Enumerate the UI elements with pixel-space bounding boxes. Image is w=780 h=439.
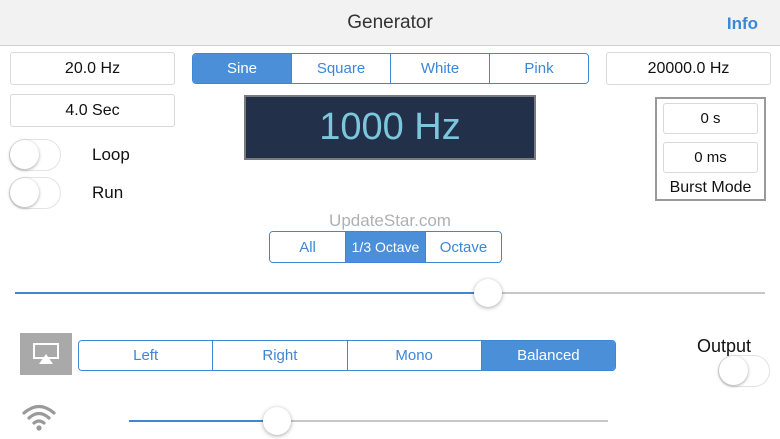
nav-bar: Generator Info xyxy=(0,0,780,46)
volume-slider[interactable] xyxy=(129,407,608,435)
output-toggle-knob xyxy=(719,356,748,385)
channel-selector: Left Right Mono Balanced xyxy=(78,340,616,371)
resolution-selector: All 1/3 Octave Octave xyxy=(269,231,502,263)
burst-off-time-field[interactable]: 0 ms xyxy=(663,142,758,173)
output-toggle[interactable] xyxy=(718,355,770,387)
duration-field[interactable]: 4.0 Sec xyxy=(10,94,175,127)
watermark: UpdateStar.com xyxy=(329,211,451,230)
volume-slider-thumb[interactable] xyxy=(263,407,292,435)
channel-mono[interactable]: Mono xyxy=(346,341,481,370)
wifi-icon xyxy=(22,402,56,437)
page-title: Generator xyxy=(347,12,433,33)
resolution-third-octave[interactable]: 1/3 Octave xyxy=(345,232,425,262)
waveform-selector: Sine Square White Pink xyxy=(192,53,589,84)
run-toggle-knob xyxy=(10,178,39,207)
waveform-pink[interactable]: Pink xyxy=(489,54,588,83)
frequency-slider-fill xyxy=(15,292,488,294)
frequency-display: 1000 Hz xyxy=(244,95,536,160)
resolution-all[interactable]: All xyxy=(270,232,346,262)
waveform-square[interactable]: Square xyxy=(291,54,390,83)
min-frequency-field[interactable]: 20.0 Hz xyxy=(10,52,175,85)
burst-mode-panel: 0 s 0 ms Burst Mode xyxy=(655,97,766,201)
info-button[interactable]: Info xyxy=(727,14,758,34)
waveform-white[interactable]: White xyxy=(390,54,489,83)
output-label: Output xyxy=(697,336,752,356)
burst-on-time-field[interactable]: 0 s xyxy=(663,103,758,134)
max-frequency-field[interactable]: 20000.0 Hz xyxy=(606,52,771,85)
airplay-button[interactable] xyxy=(20,333,72,375)
burst-mode-label: Burst Mode xyxy=(669,179,752,196)
frequency-slider[interactable] xyxy=(15,279,765,307)
airplay-icon xyxy=(33,343,59,364)
volume-slider-fill xyxy=(129,420,278,422)
loop-toggle-knob xyxy=(10,140,39,169)
waveform-sine[interactable]: Sine xyxy=(193,54,291,83)
run-toggle[interactable] xyxy=(9,177,61,209)
loop-label: Loop xyxy=(92,145,130,164)
frequency-slider-thumb[interactable] xyxy=(473,279,502,307)
channel-right[interactable]: Right xyxy=(212,341,347,370)
loop-toggle[interactable] xyxy=(9,139,61,171)
run-label: Run xyxy=(92,183,124,202)
resolution-octave[interactable]: Octave xyxy=(424,232,501,262)
channel-balanced[interactable]: Balanced xyxy=(480,341,615,370)
channel-left[interactable]: Left xyxy=(79,341,213,370)
